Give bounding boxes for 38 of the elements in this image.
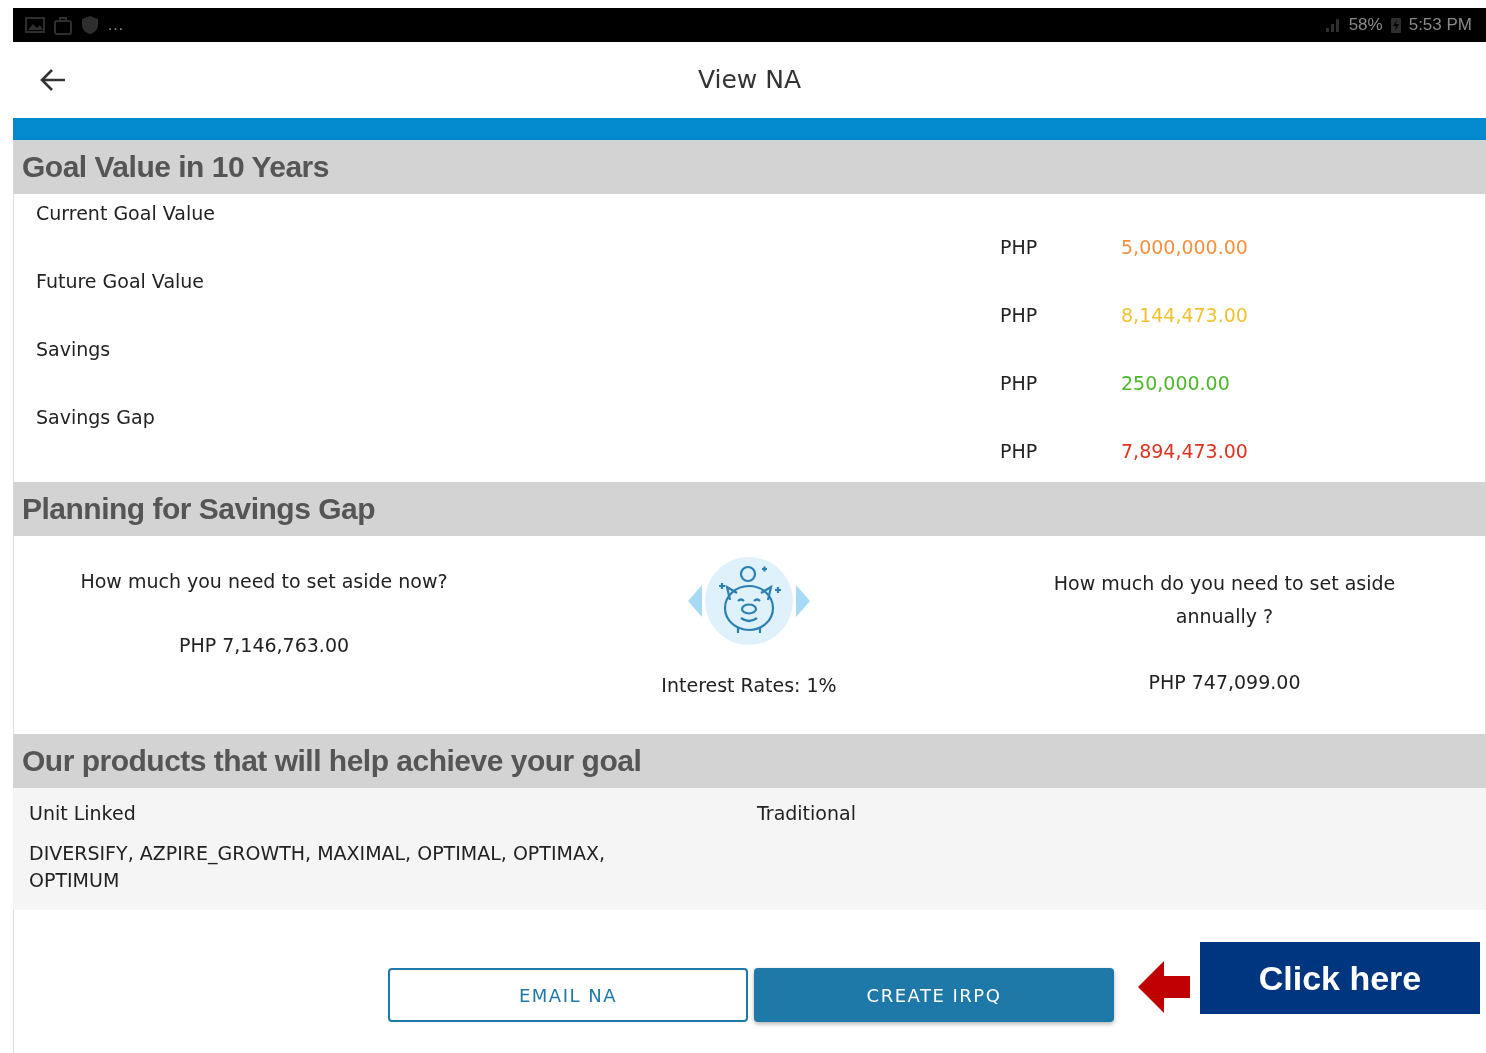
product-list: DIVERSIFY, AZPIRE_GROWTH, MAXIMAL, OPTIMAL, OPTIMAX, OPTIMUM bbox=[29, 840, 689, 894]
piggy-bank-icon bbox=[688, 556, 810, 646]
goal-amount: 5,000,000.00 bbox=[1121, 236, 1248, 258]
question-text: How much do you need to set aside annually ? bbox=[1052, 571, 1397, 629]
page-title: View NA bbox=[696, 64, 803, 96]
callout-label: Click here bbox=[1200, 942, 1480, 1014]
overflow-indicator: … bbox=[107, 15, 124, 35]
section-heading: Our products that will help achieve your goal bbox=[21, 743, 643, 779]
amount-text: PHP 7,146,763.00 bbox=[178, 634, 350, 656]
amount-text: PHP 747,099.00 bbox=[1148, 671, 1301, 693]
goal-label: Future Goal Value bbox=[36, 270, 205, 292]
section-heading: Planning for Savings Gap bbox=[21, 491, 377, 527]
section-heading: Goal Value in 10 Years bbox=[21, 149, 330, 185]
currency-label: PHP bbox=[1000, 304, 1038, 326]
currency-label: PHP bbox=[1000, 440, 1038, 462]
product-category: Unit Linked bbox=[29, 802, 137, 824]
battery-percentage: 58% bbox=[1348, 15, 1383, 35]
goal-amount: 7,894,473.00 bbox=[1121, 440, 1248, 462]
back-button[interactable] bbox=[39, 67, 67, 93]
arrow-icon bbox=[1138, 961, 1190, 1013]
interest-rate-text: Interest Rates: 1% bbox=[661, 674, 837, 696]
goal-amount: 8,144,473.00 bbox=[1121, 304, 1248, 326]
currency-label: PHP bbox=[1000, 236, 1038, 258]
goal-label: Current Goal Value bbox=[36, 202, 215, 224]
create-button[interactable]: CREATE IRPQ bbox=[754, 968, 1114, 1022]
shield-icon bbox=[81, 15, 99, 35]
image-icon bbox=[25, 16, 45, 34]
currency-label: PHP bbox=[1000, 372, 1038, 394]
goal-label: Savings Gap bbox=[36, 406, 155, 428]
question-text: How much you need to set aside now? bbox=[80, 570, 448, 592]
goal-amount: 250,000.00 bbox=[1121, 372, 1230, 394]
signal-icon bbox=[1324, 17, 1341, 33]
product-category: Traditional bbox=[757, 802, 857, 824]
clock-time: 5:53 PM bbox=[1408, 15, 1472, 35]
goal-label: Savings bbox=[36, 338, 111, 360]
battery-charging-icon bbox=[1390, 17, 1401, 33]
email-button[interactable]: EMAIL NA bbox=[388, 968, 748, 1022]
bag-icon bbox=[53, 15, 73, 35]
